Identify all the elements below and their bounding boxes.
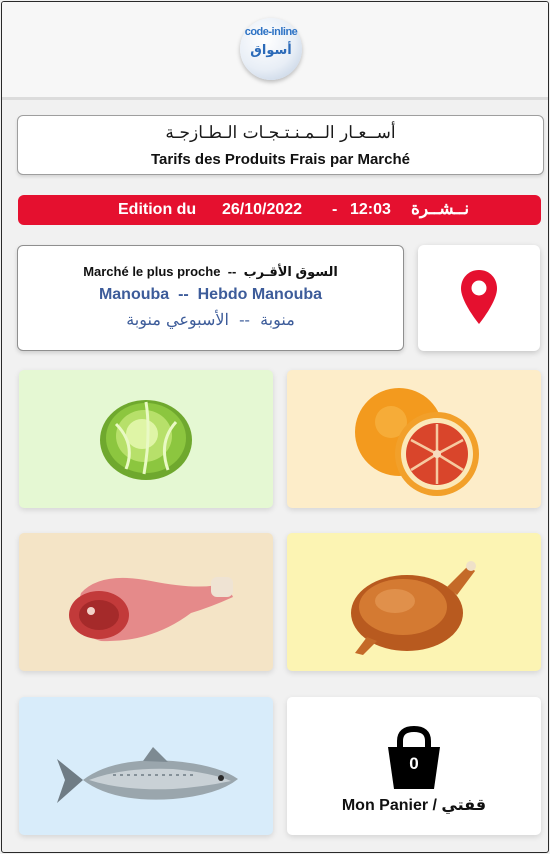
- logo-top-text: code-inline: [244, 26, 298, 38]
- page-title-french: Tarifs des Produits Frais par Marché: [151, 151, 410, 168]
- edition-label: Edition du: [118, 201, 197, 218]
- app-logo[interactable]: code-inline أسواق: [240, 18, 302, 80]
- orange-icon: [355, 388, 479, 496]
- category-meat-tile[interactable]: [19, 533, 273, 671]
- cart-label: Mon Panier / قفتي: [341, 797, 487, 814]
- edition-separator: -: [332, 201, 338, 218]
- category-fish-tile[interactable]: [19, 697, 273, 835]
- cart-count: 0: [409, 754, 419, 773]
- category-poultry-tile[interactable]: [287, 533, 541, 671]
- nearest-market-label-sep: --: [227, 264, 237, 279]
- edition-date: 26/10/2022: [222, 201, 303, 218]
- nearest-market-label: Marché le plus proche -- السوق الأقـرب: [18, 264, 403, 280]
- fish-icon: [57, 747, 238, 803]
- chicken-icon: [351, 561, 476, 655]
- edition-arabic-label: نــشــرة: [411, 199, 470, 219]
- lettuce-icon: [100, 400, 192, 480]
- location-button[interactable]: [418, 245, 540, 351]
- app-header: code-inline أسواق: [2, 2, 548, 100]
- category-fruits-tile[interactable]: [287, 370, 541, 508]
- edition-time: 12:03: [350, 201, 391, 218]
- nearest-market-card[interactable]: Marché le plus proche -- السوق الأقـرب M…: [17, 245, 404, 351]
- edition-banner: Edition du 26/10/2022 - 12:03 نــشــرة: [18, 195, 541, 225]
- logo-main-text: أسواق: [250, 43, 292, 58]
- page-title-arabic: أســعـار الــمـنـتـجـات الـطـازجـة: [165, 123, 396, 143]
- nearest-market-name-ar: منوبة -- الأسبوعي منوبة: [126, 310, 295, 329]
- nearest-market-label-ar: السوق الأقـرب: [243, 264, 338, 279]
- category-vegetables-tile[interactable]: [19, 370, 273, 508]
- page-title-card: أســعـار الــمـنـتـجـات الـطـازجـة Tarif…: [17, 115, 544, 175]
- nearest-market-name-fr: Manouba -- Hebdo Manouba: [98, 286, 323, 303]
- meat-icon: [69, 577, 234, 642]
- cart-tile[interactable]: 0 Mon Panier / قفتي: [287, 697, 541, 835]
- map-pin-icon: [461, 270, 497, 324]
- nearest-market-label-fr: Marché le plus proche: [83, 264, 221, 279]
- app-frame: code-inline أسواق أســعـار الــمـنـتـجـا…: [1, 1, 549, 853]
